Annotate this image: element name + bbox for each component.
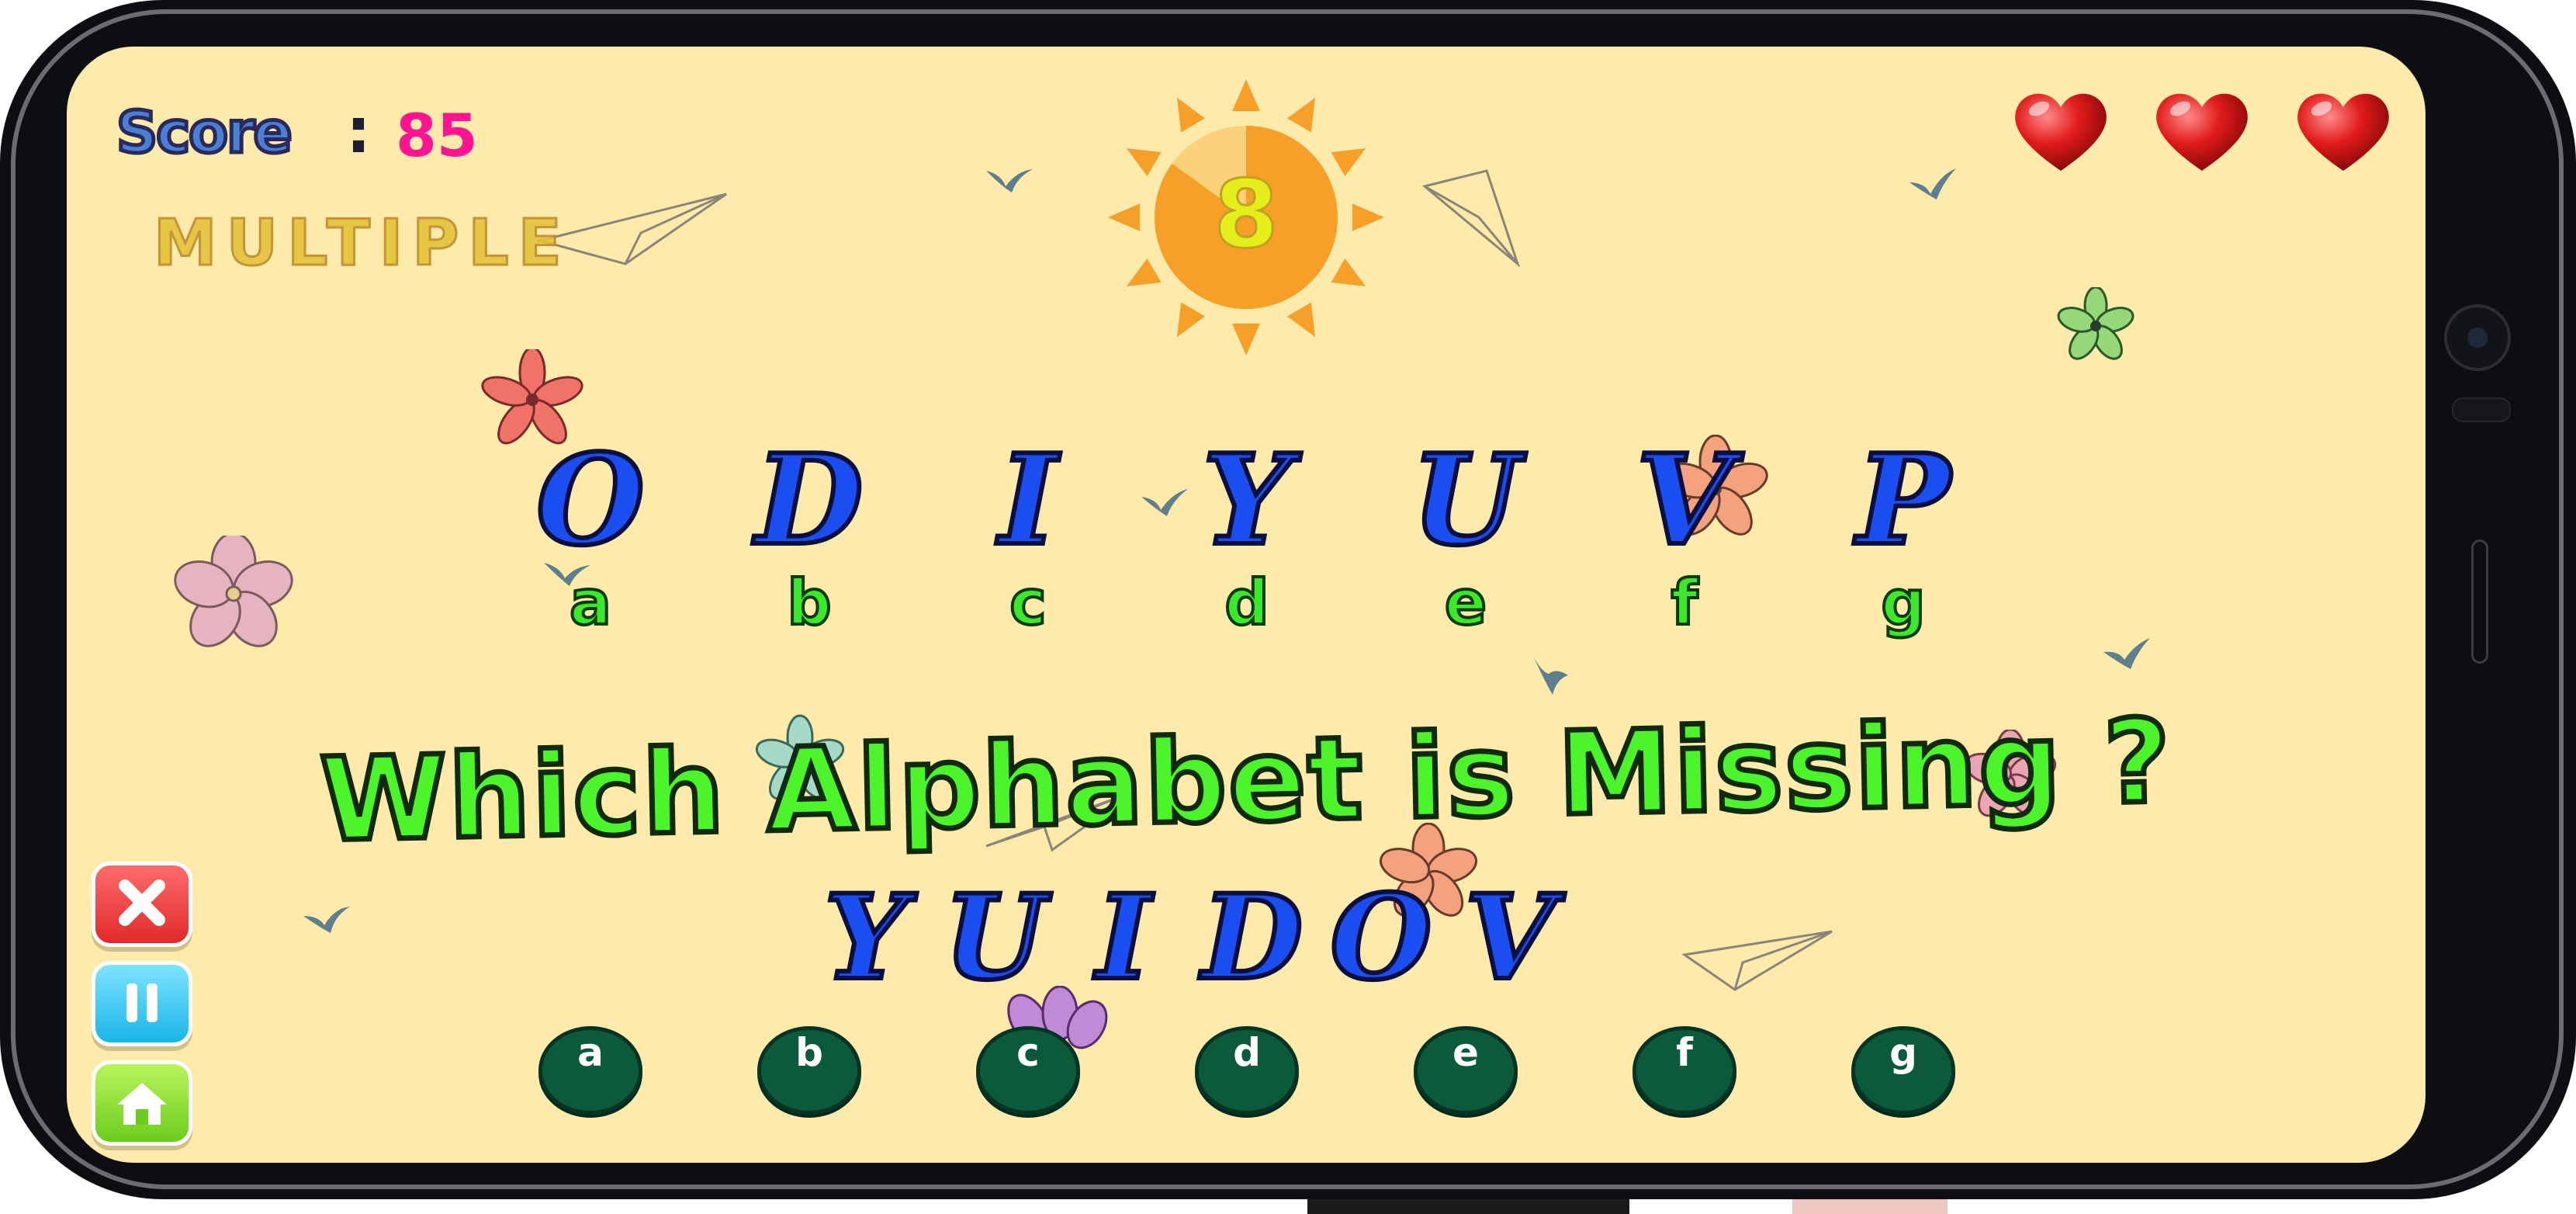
sequence-letter: Y xyxy=(1200,425,1293,575)
sequence-label: a xyxy=(568,565,613,640)
shuffled-letter: Y xyxy=(822,867,909,1008)
score-label: Score xyxy=(115,98,295,168)
sun-ray xyxy=(1108,203,1141,231)
sun-ray xyxy=(1177,97,1206,133)
option-button-g[interactable]: g xyxy=(1851,1026,1955,1115)
sun-ray xyxy=(1126,148,1162,177)
timer-value: 8 xyxy=(1214,161,1279,269)
pause-icon xyxy=(126,983,158,1022)
sun-ray xyxy=(1232,79,1260,112)
sequence-label: b xyxy=(785,565,833,640)
bird-icon xyxy=(1533,656,1568,695)
option-button-e[interactable]: e xyxy=(1414,1026,1518,1115)
heart-icon xyxy=(2289,84,2398,177)
option-button-d[interactable]: d xyxy=(1195,1026,1299,1115)
option-button-c[interactable]: c xyxy=(976,1026,1080,1115)
option-button-b[interactable]: b xyxy=(757,1026,861,1115)
mode-label: MULTIPLE xyxy=(153,206,571,282)
heart-icon xyxy=(2148,84,2256,177)
bird-icon xyxy=(1909,168,1956,199)
question-text: Which Alphabet is Missing ? xyxy=(316,692,2176,870)
shuffled-letter: V xyxy=(1463,867,1557,1008)
letter-sequence: O D I Y U V P a b c d e f g xyxy=(67,425,2425,640)
sequence-letter: V xyxy=(1634,425,1735,575)
sequence-label: f xyxy=(1670,565,1700,640)
bottom-bar xyxy=(1307,1199,1629,1214)
shuffled-letters: Y U I D O V xyxy=(67,867,2425,1025)
sun-ray xyxy=(1286,97,1315,133)
phone-frame: Score : 85 MULTIPLE 8 O D I Y U V P a b … xyxy=(0,0,2576,1199)
close-button[interactable] xyxy=(92,862,192,947)
game-screen: Score : 85 MULTIPLE 8 O D I Y U V P a b … xyxy=(67,47,2425,1163)
shuffled-letter: O xyxy=(1328,867,1435,1008)
front-camera xyxy=(2444,304,2511,371)
sequence-letter: P xyxy=(1854,425,1952,575)
sun-ray xyxy=(1352,203,1384,231)
sequence-label: d xyxy=(1223,565,1270,640)
sun-ray xyxy=(1331,258,1366,286)
home-icon xyxy=(117,1083,167,1125)
heart-icon xyxy=(2006,84,2115,177)
sequence-letter: U xyxy=(1409,425,1522,575)
sun-ray xyxy=(1126,258,1162,286)
bird-icon xyxy=(986,169,1033,193)
sequence-letter: D xyxy=(753,425,866,575)
sun-ray xyxy=(1232,323,1260,356)
shuffled-letter: U xyxy=(942,867,1048,1008)
option-button-a[interactable]: a xyxy=(538,1026,642,1115)
shuffled-letter: D xyxy=(1200,867,1305,1008)
close-icon xyxy=(119,879,165,926)
sun-ray xyxy=(1286,302,1315,338)
home-button[interactable] xyxy=(92,1060,192,1146)
shuffled-letter: I xyxy=(1094,867,1153,1008)
score-value: 85 xyxy=(396,101,478,170)
sequence-label: c xyxy=(1008,565,1047,640)
timer: 8 xyxy=(1108,79,1384,356)
option-button-f[interactable]: f xyxy=(1633,1026,1736,1115)
phone-side-button xyxy=(2471,539,2488,664)
sun-ray xyxy=(1331,148,1366,177)
sequence-label: g xyxy=(1879,565,1927,640)
sun-ray xyxy=(1177,302,1206,338)
flower-icon xyxy=(2057,287,2135,360)
bird-icon xyxy=(2103,638,2150,669)
paper-plane-icon xyxy=(1421,169,1521,268)
pause-button[interactable] xyxy=(92,961,192,1046)
phone-sensor xyxy=(2452,397,2511,422)
bottom-accent xyxy=(1792,1199,1948,1214)
sequence-label: e xyxy=(1443,565,1488,640)
score-separator: : xyxy=(346,95,371,167)
sequence-letter: I xyxy=(997,425,1060,575)
lives xyxy=(2006,84,2394,177)
sequence-letter: O xyxy=(534,425,646,575)
